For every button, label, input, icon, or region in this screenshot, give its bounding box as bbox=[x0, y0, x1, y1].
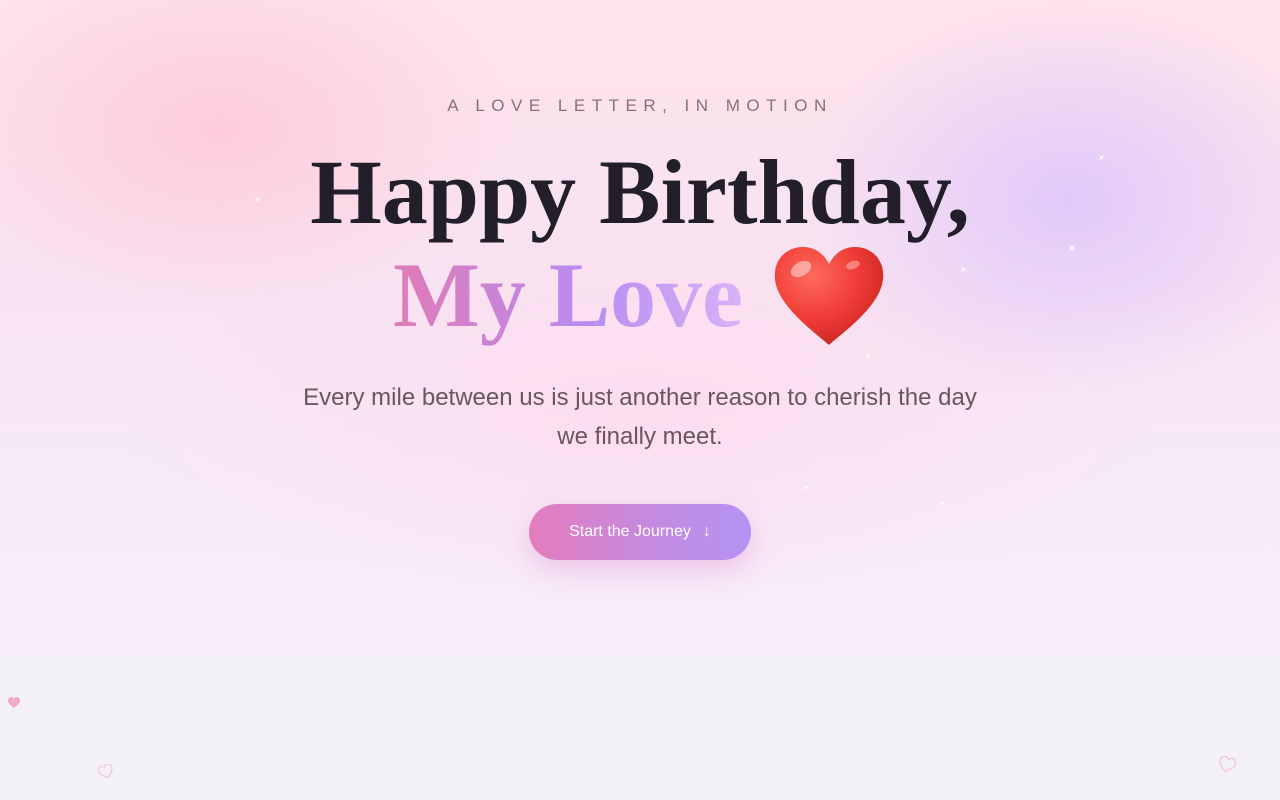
lower-section bbox=[0, 656, 1280, 800]
eyebrow-text: A LOVE LETTER, IN MOTION bbox=[447, 96, 833, 115]
page-title: Happy Birthday, bbox=[310, 141, 970, 243]
heart-icon bbox=[771, 245, 887, 349]
sparkle bbox=[804, 486, 807, 489]
arrow-down-icon: ↓ bbox=[702, 523, 711, 540]
start-journey-button[interactable]: Start the Journey ↓ bbox=[529, 504, 751, 560]
title-subline: My Love bbox=[0, 240, 1280, 357]
hero-section: A LOVE LETTER, IN MOTION Happy Birthday,… bbox=[0, 0, 1280, 656]
sparkle bbox=[940, 502, 943, 505]
outline-heart-icon bbox=[97, 763, 114, 785]
outline-heart-icon bbox=[1218, 755, 1237, 779]
filled-heart-icon bbox=[8, 696, 20, 714]
my-love-text: My Love bbox=[392, 244, 744, 346]
subtitle-text: Every mile between us is just another re… bbox=[303, 384, 977, 450]
start-journey-label: Start the Journey bbox=[569, 523, 691, 540]
